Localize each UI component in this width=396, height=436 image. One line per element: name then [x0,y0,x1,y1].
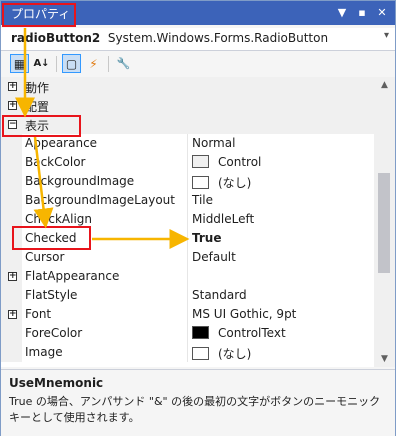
property-value-wrap[interactable]: (なし) [192,345,251,362]
property-value[interactable]: Default [192,250,236,264]
expand-icon[interactable]: + [8,310,17,319]
category-label: 配置 [25,100,50,114]
property-row-backgroundimage[interactable]: BackgroundImage (なし) [1,172,374,191]
column-divider[interactable] [187,324,188,343]
wrench-icon: 🔧 [116,57,131,70]
scroll-down-icon[interactable]: ▼ [374,354,395,364]
category-layout[interactable]: + 配置 [1,96,374,115]
property-row-forecolor[interactable]: ForeColor ControlText [1,324,374,343]
properties-button[interactable]: ▢ [62,54,81,73]
property-value: Control [218,155,262,169]
row-gutter [1,248,22,267]
property-row-flatstyle[interactable]: FlatStyle Standard [1,286,374,305]
property-value[interactable]: Normal [192,136,235,150]
column-divider[interactable] [187,343,188,362]
property-row-cursor[interactable]: Cursor Default [1,248,374,267]
categorized-button[interactable]: ▦ [10,54,29,73]
property-value: ControlText [218,326,286,340]
column-divider[interactable] [187,191,188,210]
column-divider[interactable] [187,134,188,153]
column-divider[interactable] [187,267,188,286]
row-gutter [1,286,22,305]
object-type: System.Windows.Forms.RadioButton [107,31,329,45]
image-swatch [192,347,209,360]
row-gutter [1,324,22,343]
property-name: BackColor [25,155,86,169]
expand-icon[interactable]: + [8,272,17,281]
property-value-wrap[interactable]: Control [192,155,261,169]
property-row-backgroundimagelayout[interactable]: BackgroundImageLayout Tile [1,191,374,210]
close-icon[interactable]: ✕ [375,5,389,21]
image-swatch [192,176,209,189]
column-divider[interactable] [187,153,188,172]
row-gutter [1,191,22,210]
toolbar-separator [56,56,57,72]
chevron-down-icon[interactable]: ▾ [384,30,389,41]
column-divider[interactable] [187,172,188,191]
highlight-box-title [2,3,76,27]
toolbar: ▦ A↓ ▢ ⚡ 🔧 [1,52,395,76]
description-pane: UseMnemonic True の場合、アンパサンド "&" の後の最初の文字… [1,369,395,436]
property-name: BackgroundImageLayout [25,193,175,207]
property-name: Cursor [25,250,65,264]
property-value: (なし) [218,347,252,361]
alphabetical-button[interactable]: A↓ [32,54,51,73]
properties-icon: ▢ [65,56,78,71]
properties-window: プロパティ ▼ ▪ ✕ radioButton2 System.Windows.… [0,0,396,436]
property-name: CheckAlign [25,212,93,226]
object-selector[interactable]: radioButton2 System.Windows.Forms.RadioB… [1,28,395,51]
events-icon: ⚡ [89,56,98,71]
property-row-image[interactable]: Image (なし) [1,343,374,362]
pin-icon[interactable]: ▪ [355,5,369,21]
property-value[interactable]: Standard [192,288,247,302]
property-value-wrap[interactable]: (なし) [192,174,251,191]
toolbar-separator [108,56,109,72]
object-selector-text: radioButton2 System.Windows.Forms.RadioB… [11,31,328,45]
scroll-up-icon[interactable]: ▲ [374,80,395,90]
column-divider[interactable] [187,286,188,305]
description-title: UseMnemonic [9,376,104,390]
property-name: ForeColor [25,326,83,340]
color-swatch [192,155,209,168]
categorized-icon: ▦ [13,56,26,71]
property-row-font[interactable]: + Font MS UI Gothic, 9pt [1,305,374,324]
property-name: Image [25,345,63,359]
property-name: FlatStyle [25,288,78,302]
property-name: FlatAppearance [25,269,120,283]
property-value[interactable]: True [192,231,221,245]
property-row-backcolor[interactable]: BackColor Control [1,153,374,172]
category-behavior[interactable]: + 動作 [1,77,374,96]
color-swatch [192,326,209,339]
property-row-flatappearance[interactable]: + FlatAppearance [1,267,374,286]
property-value-wrap[interactable]: ControlText [192,326,286,340]
property-pages-button[interactable]: 🔧 [114,54,133,73]
highlight-box-category [2,115,81,137]
property-name: BackgroundImage [25,174,135,188]
column-divider[interactable] [187,229,188,248]
category-label: 動作 [25,81,50,95]
description-text: True の場合、アンパサンド "&" の後の最初の文字がボタンのニーモニック … [9,395,381,424]
row-gutter [1,172,22,191]
alphabetical-icon: A↓ [33,58,50,69]
column-divider[interactable] [187,305,188,324]
property-value[interactable]: Tile [192,193,213,207]
property-value[interactable]: MiddleLeft [192,212,254,226]
scroll-thumb[interactable] [378,173,390,273]
highlight-box-checked [12,226,91,250]
row-gutter [1,343,22,362]
object-name: radioButton2 [11,31,101,45]
window-position-dropdown-icon[interactable]: ▼ [335,5,349,21]
column-divider[interactable] [187,210,188,229]
property-value: (なし) [218,176,252,190]
property-name: Appearance [25,136,98,150]
expand-icon[interactable]: + [8,82,17,91]
vertical-scrollbar[interactable]: ▲ ▼ [374,77,395,367]
column-divider[interactable] [187,248,188,267]
title-controls: ▼ ▪ ✕ [335,5,389,21]
row-gutter [1,153,22,172]
property-value[interactable]: MS UI Gothic, 9pt [192,307,296,321]
events-button[interactable]: ⚡ [84,54,103,73]
property-name: Font [25,307,52,321]
expand-icon[interactable]: + [8,101,17,110]
